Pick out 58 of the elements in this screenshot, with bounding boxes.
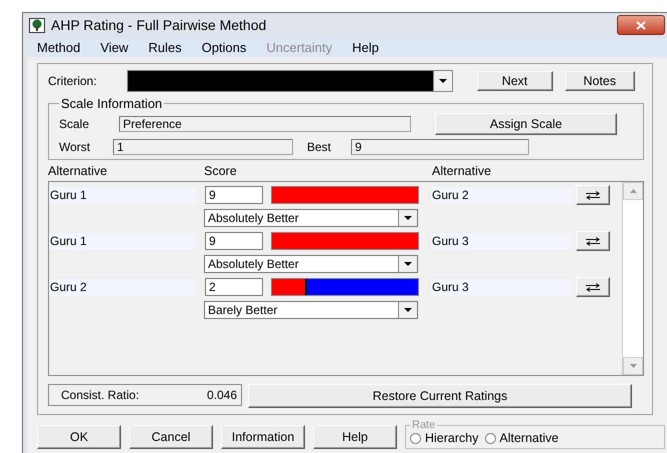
assign-scale-button[interactable]: Assign Scale: [435, 113, 617, 135]
dropdown-arrow-icon[interactable]: [438, 79, 447, 83]
close-icon[interactable]: [636, 20, 646, 30]
dialog-button[interactable]: Information: [221, 425, 305, 449]
dialog-button[interactable]: Help: [313, 425, 397, 449]
swap-arrows-icon[interactable]: [585, 190, 601, 200]
group-title: Rate: [411, 419, 436, 431]
menu-item[interactable]: Help: [352, 40, 379, 54]
close-button[interactable]: [617, 15, 665, 35]
alternative-label: Guru 1: [49, 186, 196, 204]
rating-dropdown[interactable]: Absolutely Better: [204, 209, 418, 227]
alternative-label: Guru 2: [49, 278, 196, 296]
swap-button[interactable]: [576, 277, 610, 297]
column-header: Alternative: [432, 164, 492, 178]
dropdown-arrow-icon[interactable]: [404, 262, 412, 266]
criterion-label: Criterion:: [48, 74, 97, 88]
notes-button[interactable]: Notes: [564, 71, 635, 91]
swap-arrows-icon[interactable]: [585, 236, 601, 246]
menu-item[interactable]: Method: [37, 40, 80, 54]
score-field[interactable]: 2: [205, 278, 263, 296]
swap-button[interactable]: [576, 185, 610, 205]
score-field[interactable]: 9: [205, 232, 263, 250]
worst-label: Worst: [59, 140, 92, 154]
next-button[interactable]: Next: [476, 71, 553, 91]
alternative-label: Guru 1: [49, 232, 196, 250]
alternative-label: Guru 3: [431, 278, 572, 296]
score-field[interactable]: 9: [205, 186, 263, 204]
radio-label[interactable]: Alternative: [500, 431, 559, 445]
worst-field[interactable]: 1: [113, 139, 293, 155]
menu-item[interactable]: Rules: [148, 40, 182, 54]
column-header: Score: [204, 164, 238, 178]
best-field[interactable]: 9: [351, 139, 529, 155]
radio-label[interactable]: Hierarchy: [425, 431, 478, 445]
dialog-button[interactable]: OK: [37, 425, 121, 449]
swap-arrows-icon[interactable]: [585, 282, 601, 292]
swap-button[interactable]: [576, 231, 610, 251]
scale-field[interactable]: Preference: [119, 116, 411, 132]
dropdown-arrow-icon[interactable]: [404, 216, 412, 220]
rating-dropdown[interactable]: Absolutely Better: [204, 255, 418, 273]
criterion-dropdown[interactable]: [126, 70, 453, 92]
window-title: AHP Rating - Full Pairwise Method: [51, 17, 266, 33]
menu-item[interactable]: Options: [202, 40, 246, 54]
radio-button[interactable]: [484, 432, 496, 444]
menu-item[interactable]: View: [100, 40, 128, 54]
column-header: Alternative: [48, 164, 108, 178]
radio-button[interactable]: [410, 432, 421, 444]
consistency-value: 0.046: [206, 388, 237, 402]
alternative-label: Guru 3: [431, 232, 572, 250]
dropdown-arrow-icon[interactable]: [404, 308, 412, 312]
group-title: Scale Information: [60, 96, 164, 111]
alternative-label: Guru 2: [431, 186, 572, 204]
consistency-label: Consist. Ratio:: [61, 388, 140, 402]
tree-icon: [29, 18, 45, 32]
best-label: Best: [307, 140, 332, 154]
rating-dropdown[interactable]: Barely Better: [204, 301, 418, 319]
restore-ratings-button[interactable]: Restore Current Ratings: [248, 384, 632, 408]
scale-label: Scale: [59, 117, 90, 131]
dialog-button[interactable]: Cancel: [129, 425, 213, 449]
